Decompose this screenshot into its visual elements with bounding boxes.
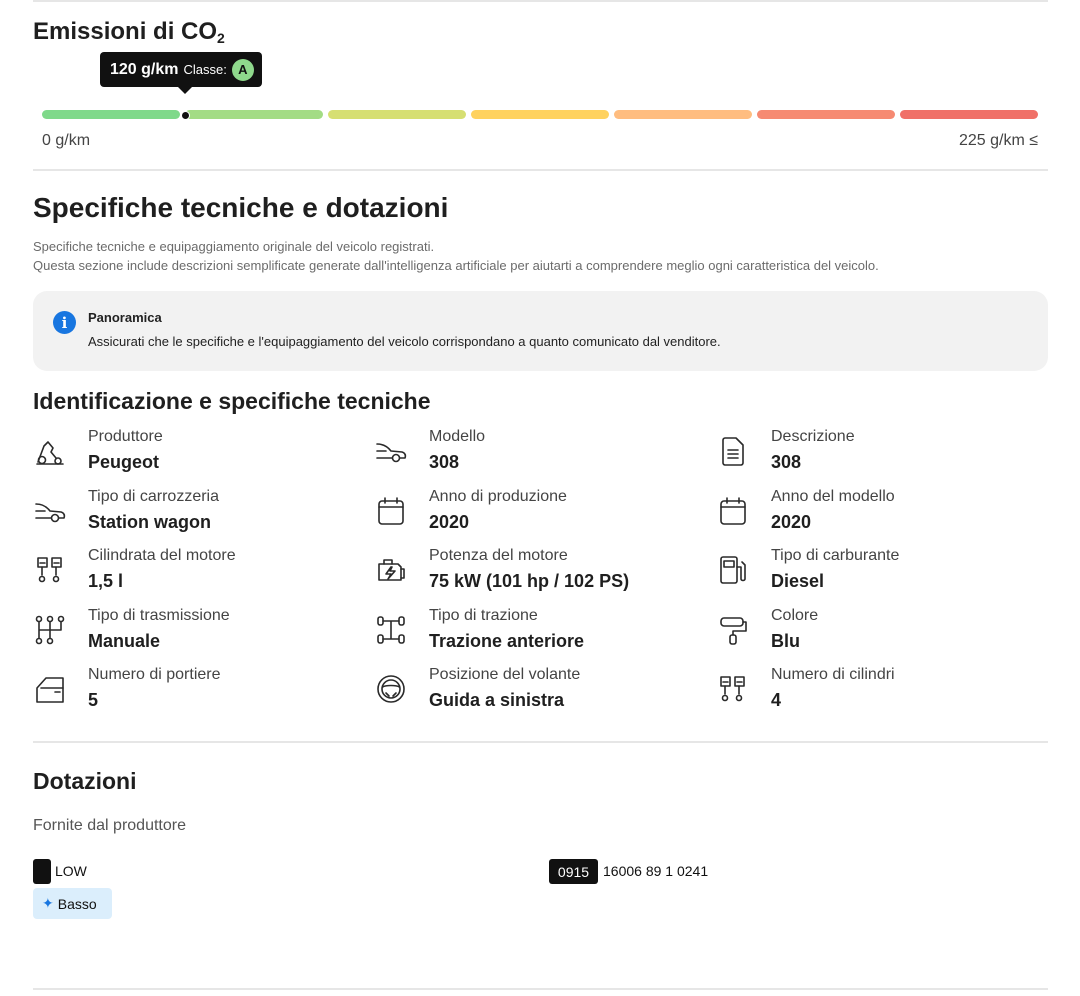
top-divider	[33, 0, 1048, 2]
car-door-icon	[33, 672, 67, 706]
equipment-subtitle: Fornite dal produttore	[33, 817, 186, 834]
paint-roller-icon	[716, 613, 750, 647]
specs-title: Specifiche tecniche e dotazioni	[33, 192, 449, 223]
co2-scale-segment	[185, 110, 323, 119]
spec-value: 308	[771, 452, 802, 472]
spec-value: Station wagon	[88, 511, 211, 532]
spec-label: Numero di cilindri	[771, 666, 895, 683]
co2-tooltip: 120 g/km Classe: A	[100, 52, 262, 94]
spec-value: Diesel	[771, 571, 825, 591]
equipment-code-chip	[33, 859, 51, 884]
spec-label: Numero di portiere	[88, 666, 221, 683]
cylinders-icon	[33, 553, 67, 587]
info-icon: i	[53, 311, 76, 334]
spec-label: Posizione del volante	[429, 666, 581, 683]
spec-label: Descrizione	[771, 428, 855, 445]
co2-tooltip-value: 120 g/km	[110, 60, 179, 78]
section-divider	[33, 169, 1048, 171]
spec-value: 2020	[429, 511, 470, 532]
spec-value: 1,5 l	[88, 571, 124, 591]
spec-value: Trazione anteriore	[429, 630, 585, 651]
co2-scale-segment	[471, 110, 609, 119]
spec-label: Anno del modello	[771, 487, 895, 505]
co2-class-badge: A	[231, 58, 254, 81]
spec-value: 4	[771, 690, 782, 710]
spec-item: Tipo di trazione Trazione anteriore	[374, 607, 694, 657]
spec-value: Blu	[771, 630, 800, 651]
spec-item: Potenza del motore 75 kW (101 hp / 102 PS…	[374, 547, 694, 597]
spec-label: Tipo di carrozzeria	[88, 487, 220, 505]
steering-wheel-icon	[374, 672, 408, 706]
spec-item: Numero di cilindri 4	[716, 666, 1036, 716]
fuel-pump-icon	[716, 553, 750, 587]
section-divider	[33, 741, 1048, 743]
ai-description-text: Basso	[57, 895, 97, 912]
spec-value: Guida a sinistra	[429, 690, 565, 710]
spec-label: Cilindrata del motore	[88, 547, 236, 564]
spec-item: Posizione del volante Guida a sinistra	[374, 666, 694, 716]
co2-scale-segment	[757, 110, 895, 119]
identification-title: Identificazione e specifiche tecniche	[33, 388, 431, 414]
equipment-item-label: 16006 89 1 0241	[603, 863, 709, 879]
spec-item: Tipo di trasmissione Manuale	[33, 607, 353, 657]
spec-item: Descrizione 308	[716, 428, 1036, 478]
spec-label: Tipo di trazione	[429, 606, 538, 624]
car-body-icon	[33, 494, 67, 528]
spec-label: Modello	[429, 428, 486, 445]
spec-label: Produttore	[88, 428, 163, 445]
calendar-icon	[716, 494, 750, 528]
spec-item: Produttore Peugeot	[33, 428, 353, 478]
drivetrain-icon	[374, 613, 408, 647]
overview-text: Assicurati che le specifiche e l'equipag…	[88, 334, 721, 349]
sparkle-icon: ✦	[42, 895, 54, 911]
co2-scale-segment	[42, 110, 180, 119]
co2-scale-segment	[614, 110, 752, 119]
document-icon	[716, 434, 750, 468]
overview-title: Panoramica	[88, 310, 162, 325]
spec-item: Modello 308	[374, 428, 694, 478]
spec-label: Tipo di carburante	[771, 547, 900, 564]
manufacturer-icon	[33, 434, 67, 468]
co2-title: Emissioni di CO2	[33, 18, 225, 46]
spec-value: 2020	[771, 511, 812, 532]
gearbox-icon	[33, 613, 67, 647]
spec-value: Manuale	[88, 630, 161, 651]
co2-scale-min: 0 g/km	[42, 132, 91, 149]
spec-label: Anno di produzione	[429, 487, 567, 505]
co2-scale-segment	[900, 110, 1038, 119]
equipment-item-label: LOW	[55, 863, 87, 879]
co2-tooltip-class-label: Classe:	[183, 62, 227, 77]
spec-item: Numero di portiere 5	[33, 666, 353, 716]
spec-item: Anno del modello 2020	[716, 488, 1036, 538]
bottom-divider	[33, 988, 1048, 990]
spec-item: Tipo di carburante Diesel	[716, 547, 1036, 597]
spec-item: Cilindrata del motore 1,5 l	[33, 547, 353, 597]
overview-box: i Panoramica Assicurati che le specifich…	[33, 291, 1048, 371]
spec-item: Anno di produzione 2020	[374, 488, 694, 538]
ai-description-chip[interactable]: ✦ Basso	[33, 888, 112, 919]
specs-description: Specifiche tecniche e equipaggiamento or…	[33, 239, 879, 273]
co2-marker	[181, 111, 190, 120]
co2-scale-max: 225 g/km ≤	[958, 132, 1038, 149]
engine-icon	[374, 553, 408, 587]
spec-value: 5	[88, 690, 99, 710]
car-icon	[374, 434, 408, 468]
spec-label: Tipo di trasmissione	[88, 606, 230, 624]
spec-value: 75 kW (101 hp / 102 PS)	[429, 571, 630, 591]
spec-item: Colore Blu	[716, 607, 1036, 657]
spec-value: 308	[429, 452, 460, 472]
equipment-title: Dotazioni	[33, 768, 137, 794]
spec-value: Peugeot	[88, 452, 160, 472]
equipment-code-chip: 0915	[549, 859, 598, 884]
co2-scale-segment	[328, 110, 466, 119]
spec-label: Colore	[771, 606, 819, 624]
spec-item: Tipo di carrozzeria Station wagon	[33, 488, 353, 538]
calendar-icon	[374, 494, 408, 528]
spec-label: Potenza del motore	[429, 547, 568, 564]
cylinders-icon	[716, 672, 750, 706]
